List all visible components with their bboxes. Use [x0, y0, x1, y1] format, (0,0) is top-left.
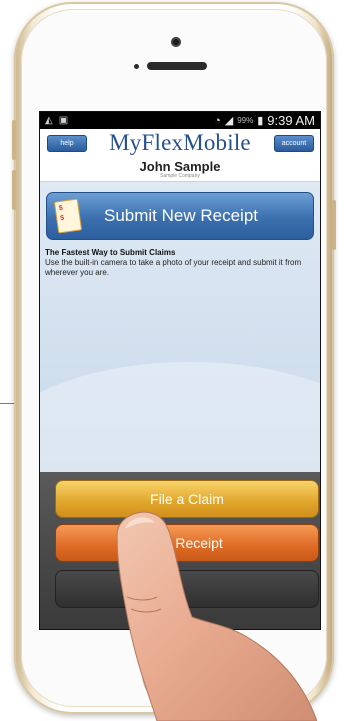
- volume-button: [12, 120, 16, 160]
- cell-signal-icon: ◢: [224, 115, 234, 127]
- earpiece-speaker: [147, 62, 207, 70]
- volume-button: [12, 170, 16, 210]
- fastest-title: The Fastest Way to Submit Claims: [45, 248, 176, 257]
- receipt-icon: $ $: [53, 198, 83, 234]
- pointing-finger-icon: [116, 511, 317, 721]
- user-name: John Sample: [139, 159, 221, 174]
- power-button: [332, 200, 336, 250]
- status-bar: ◭ ▣ ◔ ◢ 99% ▮ 9:39 AM: [40, 112, 320, 129]
- app-header: help MyFlexMobile account John Sample Sa…: [40, 129, 320, 182]
- battery-percent: 99%: [237, 116, 254, 125]
- submit-receipt-label: Submit New Receipt: [104, 206, 259, 225]
- company-name: Sample Company: [160, 173, 200, 179]
- main-content: $ $ Submit New Receipt The Fastest Way t…: [40, 182, 320, 522]
- proximity-sensor: [134, 64, 139, 69]
- fastest-description: Use the built-in camera to take a photo …: [45, 258, 302, 277]
- battery-icon: ▮: [257, 115, 264, 127]
- notification-icon: ▣: [58, 115, 69, 126]
- submit-receipt-button[interactable]: $ $ Submit New Receipt: [46, 192, 314, 240]
- status-time: 9:39 AM: [267, 113, 315, 128]
- signal-icon: ◭: [45, 115, 53, 126]
- account-button[interactable]: account: [274, 135, 314, 152]
- wifi-icon: ◔: [214, 114, 221, 127]
- front-camera-icon: [171, 37, 181, 47]
